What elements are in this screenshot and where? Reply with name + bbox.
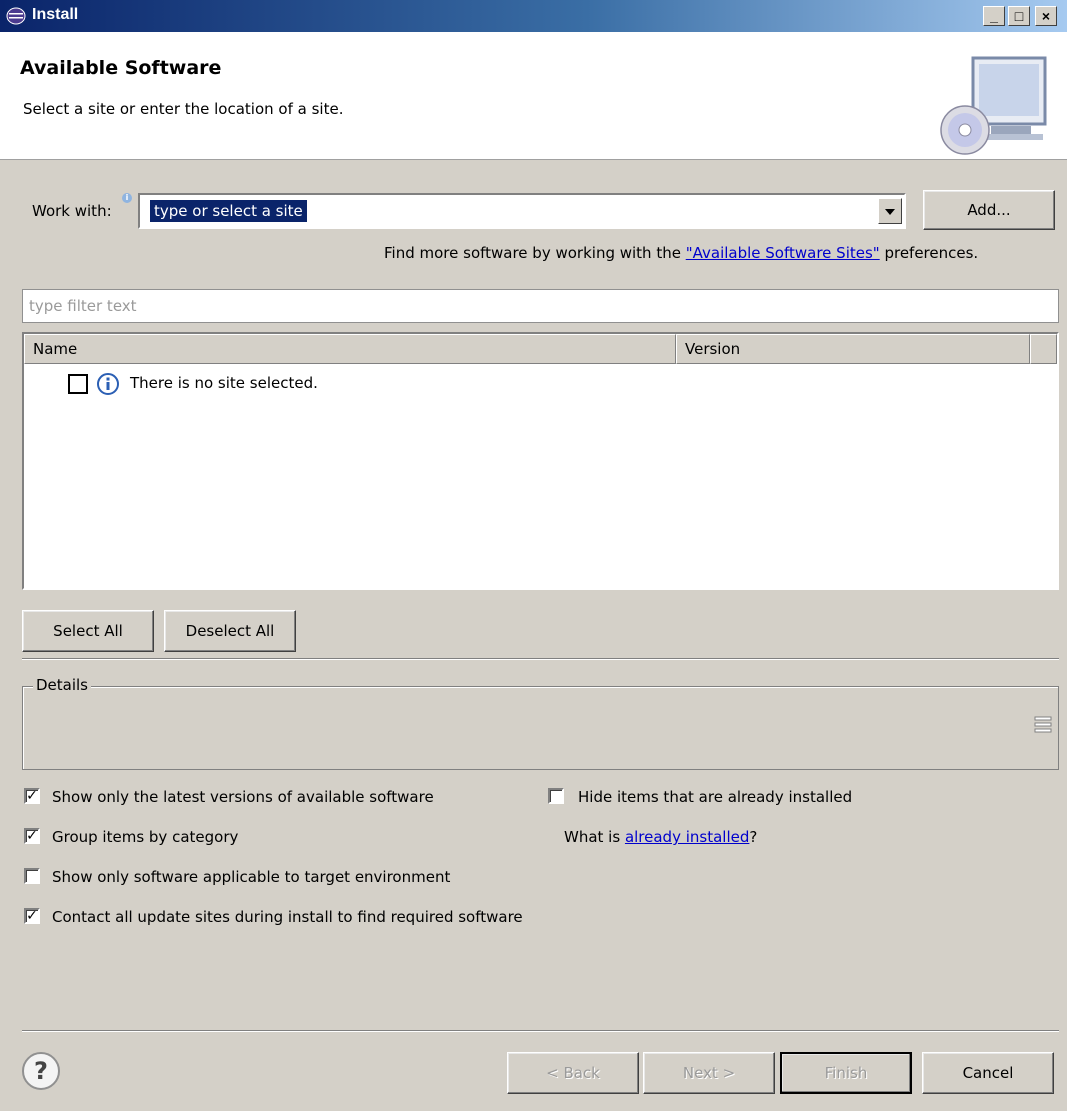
option-hide-installed[interactable]: Hide items that are already installed xyxy=(548,786,948,810)
already-installed-link[interactable]: already installed xyxy=(625,828,749,846)
chevron-down-icon xyxy=(885,209,895,215)
filter-input[interactable] xyxy=(27,290,1051,322)
combo-dropdown-button[interactable] xyxy=(878,198,902,224)
work-with-value: type or select a site xyxy=(150,200,307,222)
footer-separator xyxy=(22,1030,1059,1032)
details-label: Details xyxy=(33,676,92,694)
hide-installed-checkbox[interactable] xyxy=(548,788,564,804)
help-icon[interactable]: ? xyxy=(22,1052,60,1090)
cancel-button[interactable]: Cancel xyxy=(922,1052,1054,1094)
header-banner: Available Software Select a site or ente… xyxy=(0,32,1067,160)
row-text: There is no site selected. xyxy=(130,374,318,392)
row-checkbox[interactable] xyxy=(68,374,88,394)
find-more-prefix: Find more software by working with the xyxy=(384,244,686,262)
hide-installed-label: Hide items that are already installed xyxy=(578,788,853,806)
find-more-suffix: preferences. xyxy=(879,244,979,262)
install-wizard-icon xyxy=(940,56,1047,155)
finish-button[interactable]: Finish xyxy=(780,1052,912,1094)
back-button[interactable]: < Back xyxy=(507,1052,639,1094)
close-button[interactable]: × xyxy=(1035,6,1057,26)
group-by-category-checkbox[interactable]: ✓ xyxy=(24,828,40,844)
table-row[interactable]: There is no site selected. xyxy=(68,372,668,398)
info-icon: i xyxy=(122,193,132,203)
software-table[interactable]: Name Version There is no site selected. xyxy=(22,332,1059,590)
available-software-sites-link[interactable]: "Available Software Sites" xyxy=(686,244,880,262)
add-site-button[interactable]: Add... xyxy=(923,190,1055,230)
option-contact-sites[interactable]: ✓ Contact all update sites during instal… xyxy=(24,906,624,930)
title-bar: Install _ □ × xyxy=(0,0,1067,32)
option-group-by-category[interactable]: ✓ Group items by category xyxy=(24,826,424,850)
filter-box[interactable] xyxy=(22,289,1059,323)
work-with-combo[interactable]: type or select a site xyxy=(138,193,906,229)
work-with-label: Work with: xyxy=(32,202,112,220)
column-header-version[interactable]: Version xyxy=(676,334,1030,364)
next-button[interactable]: Next > xyxy=(643,1052,775,1094)
maximize-button[interactable]: □ xyxy=(1008,6,1030,26)
column-header-filler xyxy=(1030,334,1057,364)
page-title: Available Software xyxy=(20,57,222,79)
window-title: Install xyxy=(32,6,79,23)
latest-versions-label: Show only the latest versions of availab… xyxy=(52,788,434,806)
latest-versions-checkbox[interactable]: ✓ xyxy=(24,788,40,804)
separator xyxy=(22,658,1059,660)
column-header-name[interactable]: Name xyxy=(24,334,676,364)
info-icon xyxy=(97,373,119,395)
find-more-text: Find more software by working with the "… xyxy=(384,244,978,262)
target-env-label: Show only software applicable to target … xyxy=(52,868,451,886)
table-header: Name Version xyxy=(24,334,1057,364)
details-group: Details xyxy=(22,676,1059,770)
page-subtitle: Select a site or enter the location of a… xyxy=(23,100,344,118)
what-is-suffix: ? xyxy=(749,828,758,846)
option-target-env[interactable]: Show only software applicable to target … xyxy=(24,866,544,890)
target-env-checkbox[interactable] xyxy=(24,868,40,884)
select-all-button[interactable]: Select All xyxy=(22,610,154,652)
contact-sites-label: Contact all update sites during install … xyxy=(52,908,523,926)
eclipse-icon xyxy=(6,7,26,25)
group-by-category-label: Group items by category xyxy=(52,828,239,846)
deselect-all-button[interactable]: Deselect All xyxy=(164,610,296,652)
sash-handle-icon[interactable] xyxy=(1033,713,1053,737)
minimize-button[interactable]: _ xyxy=(983,6,1005,26)
what-is-installed-text: What is already installed? xyxy=(564,828,757,846)
option-latest-versions[interactable]: ✓ Show only the latest versions of avail… xyxy=(24,786,524,810)
contact-sites-checkbox[interactable]: ✓ xyxy=(24,908,40,924)
what-is-prefix: What is xyxy=(564,828,625,846)
